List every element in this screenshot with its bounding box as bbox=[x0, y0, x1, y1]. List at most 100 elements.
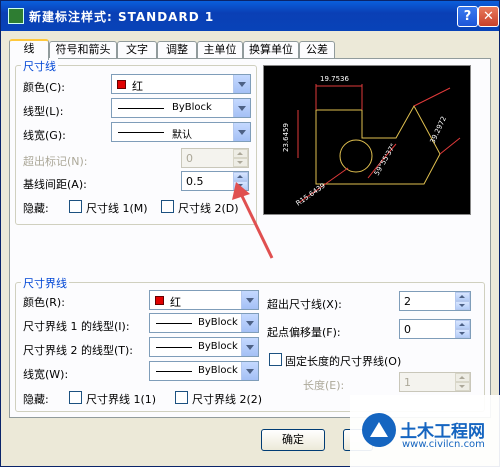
preview-dim-text: R15.6439 bbox=[295, 182, 327, 208]
tab-symbols-arrows[interactable]: 符号和箭头 bbox=[49, 41, 117, 59]
chevron-down-icon[interactable] bbox=[241, 362, 258, 380]
extend-beyond-ticks-label: 超出标记(N): bbox=[23, 155, 88, 168]
dim-color-combo[interactable]: 红 bbox=[111, 74, 251, 94]
suppress-dimline-2-label: 尺寸线 2(D) bbox=[178, 202, 239, 215]
watermark: 土木工程网 www.civilcn.com bbox=[350, 395, 500, 467]
spin-up-icon bbox=[455, 373, 470, 382]
dim-lineweight-combo[interactable]: 默认 bbox=[111, 122, 251, 142]
fixed-length-extlines-label: 固定长度的尺寸界线(O) bbox=[285, 355, 402, 368]
spin-up-icon[interactable] bbox=[455, 320, 470, 329]
dim-linetype-value: ByBlock bbox=[172, 102, 212, 113]
dim-lineweight-value: 默认 bbox=[172, 130, 192, 141]
ext-color-value: 红 bbox=[170, 296, 181, 309]
extend-beyond-dimlines-value: 2 bbox=[404, 295, 411, 308]
baseline-spacing-spinner[interactable]: 0.5 bbox=[181, 171, 249, 191]
ext-lineweight-label: 线宽(W): bbox=[23, 368, 69, 381]
chevron-down-icon[interactable] bbox=[233, 123, 250, 141]
preview-drawing: 19.7536 23.6459 39.2972 59°55'37" R15.64… bbox=[282, 75, 461, 208]
suppress-extline-2-checkbox[interactable] bbox=[175, 391, 188, 404]
chevron-down-icon[interactable] bbox=[233, 75, 250, 93]
red-swatch-icon bbox=[155, 296, 164, 305]
dim-suppress-label: 隐藏: bbox=[23, 202, 49, 215]
dim-color-value: 红 bbox=[132, 80, 143, 93]
title-bar[interactable]: 新建标注样式: STANDARD 1 ? ✕ bbox=[1, 1, 499, 31]
suppress-extline-1-checkbox[interactable] bbox=[69, 391, 82, 404]
chevron-down-icon[interactable] bbox=[241, 291, 258, 309]
tab-lines[interactable]: 线 bbox=[9, 39, 49, 60]
ext-lineweight-combo[interactable]: ByBlock bbox=[149, 361, 259, 381]
ext-linetype1-value: ByBlock bbox=[198, 317, 238, 328]
tab-primary-units[interactable]: 主单位 bbox=[197, 41, 243, 59]
suppress-dimline-2-checkbox[interactable] bbox=[161, 200, 174, 213]
origin-offset-label: 起点偏移量(F): bbox=[267, 326, 341, 339]
ext-lines-group-title: 尺寸界线 bbox=[21, 275, 69, 291]
ext-linetype2-value: ByBlock bbox=[198, 341, 238, 352]
suppress-dimline-1-checkbox[interactable] bbox=[69, 200, 82, 213]
close-button[interactable]: ✕ bbox=[478, 6, 499, 27]
ok-button[interactable]: 确定 bbox=[261, 429, 325, 451]
spinner-buttons bbox=[233, 149, 248, 167]
chevron-down-icon[interactable] bbox=[241, 338, 258, 356]
tab-tolerances[interactable]: 公差 bbox=[299, 41, 335, 59]
preview-dimline-right bbox=[413, 87, 451, 107]
dim-lines-group-title: 尺寸线 bbox=[21, 58, 58, 74]
dim-lineweight-label: 线宽(G): bbox=[23, 129, 66, 142]
preview-dim-text: 23.6459 bbox=[282, 123, 290, 152]
baseline-spacing-value: 0.5 bbox=[186, 175, 204, 188]
preview-pane: 19.7536 23.6459 39.2972 59°55'37" R15.64… bbox=[263, 65, 471, 215]
preview-dim-text: 19.7536 bbox=[320, 75, 349, 83]
line-sample bbox=[118, 108, 164, 109]
line-sample bbox=[156, 347, 192, 348]
origin-offset-spinner[interactable]: 0 bbox=[399, 319, 471, 339]
ext-color-label: 颜色(R): bbox=[23, 296, 65, 309]
length-value: 1 bbox=[404, 376, 411, 389]
dim-color-label: 颜色(C): bbox=[23, 81, 65, 94]
origin-offset-value: 0 bbox=[404, 323, 411, 336]
preview-dimline-right bbox=[439, 137, 461, 155]
fixed-length-extlines-checkbox[interactable] bbox=[269, 353, 282, 366]
suppress-dimline-1-label: 尺寸线 1(M) bbox=[86, 202, 148, 215]
window-title: 新建标注样式: STANDARD 1 bbox=[29, 10, 215, 24]
civilcn-logo-icon bbox=[362, 413, 396, 447]
dim-linetype-combo[interactable]: ByBlock bbox=[111, 98, 251, 118]
baseline-spacing-label: 基线间距(A): bbox=[23, 178, 87, 191]
spin-down-icon[interactable] bbox=[455, 329, 470, 338]
spin-down-icon[interactable] bbox=[455, 301, 470, 310]
extend-beyond-dimlines-label: 超出尺寸线(X): bbox=[267, 298, 342, 311]
spinner-buttons[interactable] bbox=[455, 320, 470, 338]
ext-linetype1-label: 尺寸界线 1 的线型(I): bbox=[23, 320, 130, 333]
spin-up-icon[interactable] bbox=[233, 172, 248, 181]
tab-text[interactable]: 文字 bbox=[117, 41, 157, 59]
spinner-buttons[interactable] bbox=[233, 172, 248, 190]
spin-down-icon bbox=[233, 158, 248, 167]
chevron-down-icon[interactable] bbox=[233, 99, 250, 117]
length-spinner: 1 bbox=[399, 372, 471, 392]
line-sample bbox=[156, 371, 192, 372]
ext-linetype1-combo[interactable]: ByBlock bbox=[149, 313, 259, 333]
spin-down-icon bbox=[455, 382, 470, 391]
tab-fit[interactable]: 调整 bbox=[157, 41, 197, 59]
spin-down-icon[interactable] bbox=[233, 181, 248, 190]
help-button[interactable]: ? bbox=[457, 6, 478, 27]
dim-linetype-label: 线型(L): bbox=[23, 105, 64, 118]
suppress-extline-2-label: 尺寸界线 2(2) bbox=[192, 393, 263, 406]
extend-beyond-ticks-value: 0 bbox=[186, 152, 193, 165]
spinner-buttons[interactable] bbox=[455, 292, 470, 310]
spin-up-icon[interactable] bbox=[455, 292, 470, 301]
line-sample bbox=[118, 132, 164, 133]
suppress-extline-1-label: 尺寸界线 1(1) bbox=[86, 393, 157, 406]
chevron-down-icon[interactable] bbox=[241, 314, 258, 332]
ext-linetype2-label: 尺寸界线 2 的线型(T): bbox=[23, 344, 133, 357]
watermark-url: www.civilcn.com bbox=[402, 439, 485, 450]
red-swatch-icon bbox=[117, 80, 126, 89]
tab-alternate-units[interactable]: 换算单位 bbox=[243, 41, 299, 59]
spinner-buttons bbox=[455, 373, 470, 391]
preview-dim-text: 59°55'37" bbox=[373, 142, 398, 177]
ext-suppress-label: 隐藏: bbox=[23, 393, 49, 406]
app-icon bbox=[8, 8, 24, 24]
extend-beyond-dimlines-spinner[interactable]: 2 bbox=[399, 291, 471, 311]
ext-linetype2-combo[interactable]: ByBlock bbox=[149, 337, 259, 357]
length-label: 长度(E): bbox=[303, 379, 345, 392]
preview-dim-text: 39.2972 bbox=[429, 115, 448, 145]
ext-color-combo[interactable]: 红 bbox=[149, 290, 259, 310]
